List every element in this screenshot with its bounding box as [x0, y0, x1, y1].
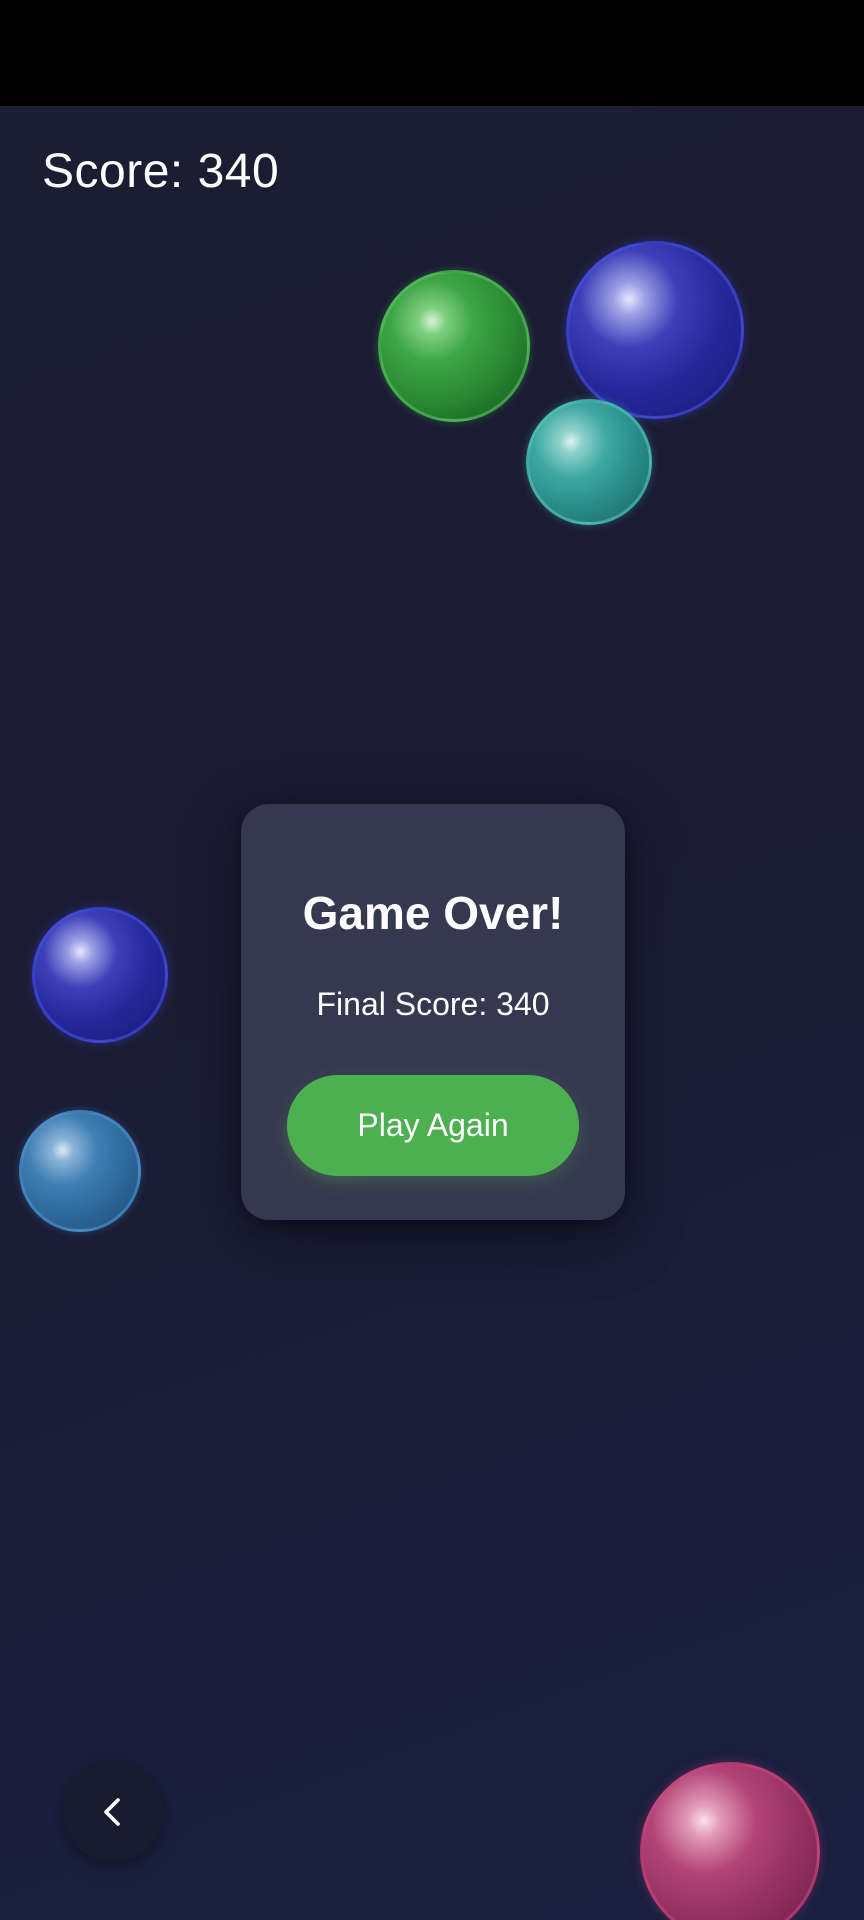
bubble-navy-blue[interactable] [566, 241, 744, 419]
bubble-green[interactable] [378, 270, 530, 422]
bubble-steel-blue[interactable] [19, 1110, 141, 1232]
score-display: Score: 340 [42, 145, 280, 198]
bubble-magenta[interactable] [640, 1762, 820, 1920]
game-area[interactable]: Score: 340 Game Over! Final Score: 340 P… [0, 106, 864, 1920]
chevron-left-icon [104, 1798, 120, 1826]
game-over-dialog: Game Over! Final Score: 340 Play Again [241, 804, 625, 1220]
status-bar [0, 0, 864, 106]
play-again-button[interactable]: Play Again [287, 1075, 579, 1176]
bubble-navy-blue[interactable] [32, 907, 168, 1043]
final-score-text: Final Score: 340 [316, 986, 550, 1022]
game-over-title: Game Over! [302, 887, 564, 939]
back-button[interactable] [63, 1762, 163, 1862]
bubble-teal[interactable] [526, 399, 652, 525]
